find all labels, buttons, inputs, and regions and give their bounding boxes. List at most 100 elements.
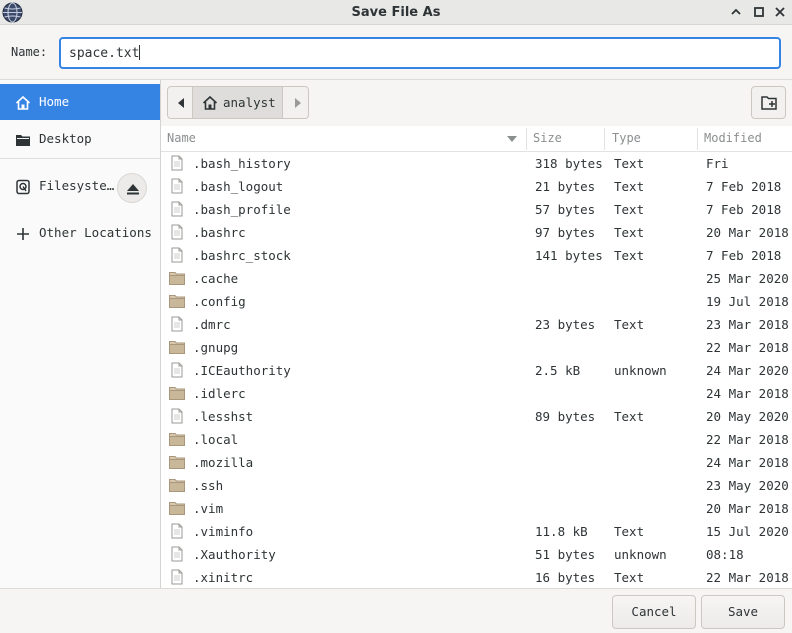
file-size: 16 bytes bbox=[535, 570, 596, 585]
sidebar-item-home[interactable]: Home bbox=[0, 84, 160, 120]
file-row[interactable]: .vim 20 Mar 2018 bbox=[161, 497, 792, 520]
path-home-button[interactable]: analyst bbox=[193, 87, 282, 118]
file-row[interactable]: .config 19 Jul 2018 bbox=[161, 290, 792, 313]
file-row[interactable]: .bashrc_stock 141 bytes Text 7 Feb 2018 bbox=[161, 244, 792, 267]
sidebar-item-label: Desktop bbox=[39, 131, 92, 146]
file-row[interactable]: .ssh 23 May 2020 bbox=[161, 474, 792, 497]
sidebar-separator bbox=[0, 158, 160, 159]
folder-icon bbox=[169, 293, 185, 309]
title-bar: Save File As bbox=[0, 0, 792, 25]
file-modified: 24 Mar 2018 bbox=[706, 455, 789, 470]
column-header-type[interactable]: Type bbox=[612, 131, 641, 145]
file-row[interactable]: .local 22 Mar 2018 bbox=[161, 428, 792, 451]
sidebar-item-label: Filesyste… bbox=[39, 178, 115, 193]
close-icon[interactable] bbox=[773, 5, 787, 19]
folder-icon bbox=[169, 454, 185, 470]
minimize-icon[interactable] bbox=[729, 5, 743, 19]
text-file-icon bbox=[169, 408, 185, 424]
column-header-name[interactable]: Name bbox=[167, 131, 196, 145]
file-type: Text bbox=[614, 248, 645, 263]
file-row[interactable]: .lesshst 89 bytes Text 20 May 2020 bbox=[161, 405, 792, 428]
file-row[interactable]: .bash_logout 21 bytes Text 7 Feb 2018 bbox=[161, 175, 792, 198]
folder-icon bbox=[169, 339, 185, 355]
action-bar: Cancel Save bbox=[0, 588, 792, 633]
file-name: .cache bbox=[193, 271, 239, 286]
file-modified: 7 Feb 2018 bbox=[706, 179, 782, 194]
file-modified: Fri bbox=[706, 156, 729, 171]
file-modified: 20 Mar 2018 bbox=[706, 501, 789, 516]
file-row[interactable]: .gnupg 22 Mar 2018 bbox=[161, 336, 792, 359]
text-file-icon bbox=[169, 316, 185, 332]
file-name: .config bbox=[193, 294, 246, 309]
sort-descending-icon bbox=[507, 136, 517, 142]
file-name: .gnupg bbox=[193, 340, 239, 355]
folder-icon bbox=[169, 270, 185, 286]
eject-button[interactable] bbox=[117, 173, 147, 203]
file-row[interactable]: .dmrc 23 bytes Text 23 Mar 2018 bbox=[161, 313, 792, 336]
column-separator bbox=[604, 128, 605, 150]
file-name: .lesshst bbox=[193, 409, 254, 424]
file-modified: 22 Mar 2018 bbox=[706, 340, 789, 355]
name-row: Name: space.txt bbox=[0, 25, 792, 80]
file-row[interactable]: .ICEauthority 2.5 kB unknown 24 Mar 2020 bbox=[161, 359, 792, 382]
eject-icon bbox=[127, 184, 139, 195]
sidebar-item-other-locations[interactable]: Other Locations bbox=[0, 215, 160, 251]
file-row[interactable]: .Xauthority 51 bytes unknown 08:18 bbox=[161, 543, 792, 566]
file-size: 318 bytes bbox=[535, 156, 603, 171]
file-type: Text bbox=[614, 570, 645, 585]
file-size: 51 bytes bbox=[535, 547, 596, 562]
folder-icon bbox=[169, 385, 185, 401]
file-modified: 23 Mar 2018 bbox=[706, 317, 789, 332]
file-row[interactable]: .viminfo 11.8 kB Text 15 Jul 2020 bbox=[161, 520, 792, 543]
save-button[interactable]: Save bbox=[701, 595, 785, 629]
file-name: .xinitrc bbox=[193, 570, 254, 585]
file-name: .ICEauthority bbox=[193, 363, 291, 378]
text-file-icon bbox=[169, 201, 185, 217]
path-home-label: analyst bbox=[223, 95, 276, 110]
path-bar: analyst bbox=[167, 86, 309, 119]
file-row[interactable]: .idlerc 24 Mar 2018 bbox=[161, 382, 792, 405]
file-modified: 23 May 2020 bbox=[706, 478, 789, 493]
new-folder-icon bbox=[761, 96, 777, 110]
file-row[interactable]: .mozilla 24 Mar 2018 bbox=[161, 451, 792, 474]
chevron-left-icon bbox=[178, 98, 184, 108]
filename-input[interactable]: space.txt bbox=[59, 37, 781, 69]
file-name: .ssh bbox=[193, 478, 224, 493]
file-name: .bash_history bbox=[193, 156, 291, 171]
name-label: Name: bbox=[11, 45, 48, 59]
maximize-icon[interactable] bbox=[752, 5, 766, 19]
sidebar-item-label: Other Locations bbox=[39, 225, 152, 240]
column-header-modified[interactable]: Modified bbox=[704, 131, 762, 145]
file-row[interactable]: .bash_profile 57 bytes Text 7 Feb 2018 bbox=[161, 198, 792, 221]
cancel-button[interactable]: Cancel bbox=[612, 595, 696, 629]
file-name: .idlerc bbox=[193, 386, 246, 401]
column-header-size[interactable]: Size bbox=[533, 131, 562, 145]
file-type: unknown bbox=[614, 363, 667, 378]
folder-icon bbox=[169, 500, 185, 516]
places-sidebar: Home Desktop Filesyste… Other Locations bbox=[0, 80, 161, 588]
file-row[interactable]: .bashrc 97 bytes Text 20 Mar 2018 bbox=[161, 221, 792, 244]
new-folder-button[interactable] bbox=[751, 86, 786, 119]
drive-icon bbox=[16, 179, 30, 195]
file-list-header: Name Size Type Modified bbox=[161, 126, 792, 152]
file-row[interactable]: .bash_history 318 bytes Text Fri bbox=[161, 152, 792, 175]
file-row[interactable]: .xinitrc 16 bytes Text 22 Mar 2018 bbox=[161, 566, 792, 588]
sidebar-item-desktop[interactable]: Desktop bbox=[0, 121, 160, 157]
path-back-button[interactable] bbox=[168, 87, 193, 118]
file-modified: 22 Mar 2018 bbox=[706, 570, 789, 585]
path-forward-button[interactable] bbox=[282, 87, 309, 118]
file-size: 89 bytes bbox=[535, 409, 596, 424]
window-title: Save File As bbox=[351, 5, 441, 20]
file-name: .bashrc bbox=[193, 225, 246, 240]
file-size: 57 bytes bbox=[535, 202, 596, 217]
file-name: .bash_profile bbox=[193, 202, 291, 217]
file-type: Text bbox=[614, 317, 645, 332]
home-icon bbox=[15, 95, 31, 110]
file-name: .mozilla bbox=[193, 455, 254, 470]
file-row[interactable]: .cache 25 Mar 2020 bbox=[161, 267, 792, 290]
file-size: 21 bytes bbox=[535, 179, 596, 194]
file-name: .bashrc_stock bbox=[193, 248, 291, 263]
file-name: .Xauthority bbox=[193, 547, 276, 562]
file-modified: 19 Jul 2018 bbox=[706, 294, 789, 309]
file-modified: 20 Mar 2018 bbox=[706, 225, 789, 240]
